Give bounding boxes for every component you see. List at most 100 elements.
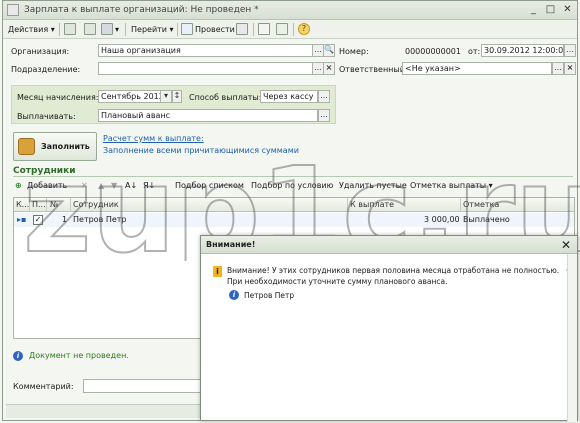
based-on-icon[interactable] xyxy=(101,23,113,35)
goto-menu[interactable]: Перейти ▾ xyxy=(131,23,174,36)
month-spinner[interactable]: ↕ xyxy=(172,90,182,103)
fill-button[interactable]: Заполнить xyxy=(13,132,97,161)
column-separator xyxy=(46,198,47,212)
pay-select-button[interactable]: ... xyxy=(318,109,330,122)
mark-paid-label: Отметка выплаты xyxy=(410,181,487,190)
responsible-select-button[interactable]: ... xyxy=(552,62,564,75)
column-separator xyxy=(29,198,30,212)
col-header-k[interactable]: К... xyxy=(16,200,29,209)
move-down-icon[interactable]: ▼ xyxy=(111,181,117,190)
movements-icon[interactable] xyxy=(276,23,288,35)
dialog-message-line1: Внимание! У этих сотрудников первая поло… xyxy=(227,266,560,275)
pay-method-label: Способ выплаты: xyxy=(189,93,262,102)
col-header-amount[interactable]: К выплате xyxy=(350,200,394,209)
employees-section-title: Сотрудники xyxy=(13,166,76,176)
print-icon[interactable] xyxy=(236,23,248,35)
actions-menu-label: Действия xyxy=(8,25,49,34)
delete-empty-button[interactable]: Удалить пустые xyxy=(339,181,407,190)
pick-list-button[interactable]: Подбор списком xyxy=(175,181,244,190)
organization-field[interactable]: Наша организация xyxy=(98,44,313,57)
dialog-close-icon[interactable]: ✕ xyxy=(561,238,571,252)
organization-search-icon[interactable]: 🔍 xyxy=(323,44,335,57)
horizontal-scrollbar[interactable] xyxy=(6,404,206,418)
responsible-label: Ответственный: xyxy=(339,65,408,74)
help-icon[interactable]: ? xyxy=(298,23,310,35)
month-dropdown-icon[interactable]: ▾ xyxy=(160,90,172,103)
post-and-close-icon[interactable] xyxy=(84,23,96,35)
fill-button-label: Заполнить xyxy=(41,142,90,151)
col-header-mark[interactable]: Отметка xyxy=(463,200,499,209)
window-title: Зарплата к выплате организаций: Не прове… xyxy=(24,5,259,15)
calc-amounts-link[interactable]: Расчет сумм к выплате: xyxy=(103,134,204,143)
warning-icon: i xyxy=(213,266,222,277)
date-label: от: xyxy=(468,47,481,56)
actions-menu[interactable]: Действия ▾ xyxy=(8,23,55,36)
comment-field[interactable] xyxy=(83,379,203,393)
col-header-employee[interactable]: Сотрудник xyxy=(73,200,119,209)
number-value: 00000000001 xyxy=(405,47,461,56)
dialog-title-bar: Внимание! ✕ xyxy=(201,236,577,254)
department-field[interactable] xyxy=(98,62,313,75)
save-icon[interactable] xyxy=(64,23,76,35)
date-picker-button[interactable]: … xyxy=(564,44,576,57)
add-button[interactable]: Добавить xyxy=(27,181,67,190)
row-mark[interactable]: Выплачено xyxy=(463,215,510,224)
pay-field[interactable]: Плановый аванс xyxy=(98,109,318,122)
structure-icon[interactable] xyxy=(258,23,270,35)
department-label: Подразделение: xyxy=(11,65,81,74)
month-field[interactable]: Сентябрь 2012 xyxy=(98,90,161,103)
dialog-title: Внимание! xyxy=(206,240,256,249)
row-number: 1 xyxy=(62,215,68,224)
toolbar-separator xyxy=(59,23,60,36)
number-label: Номер: xyxy=(339,47,369,56)
pay-method-field[interactable]: Через кассу xyxy=(260,90,318,103)
column-separator xyxy=(347,198,348,212)
based-on-dropdown[interactable]: ▾ xyxy=(115,23,119,36)
dialog-employee[interactable]: Петров Петр xyxy=(244,291,294,300)
col-header-p[interactable]: П... xyxy=(32,200,46,209)
post-button[interactable]: Провести xyxy=(195,23,235,36)
month-label: Месяц начисления: xyxy=(17,93,99,102)
maximize-button[interactable]: □ xyxy=(544,4,557,17)
department-clear-icon[interactable]: × xyxy=(323,62,335,75)
date-field[interactable]: 30.09.2012 12:00:00 xyxy=(481,44,564,57)
pay-label: Выплачивать: xyxy=(17,112,76,121)
post-icon[interactable] xyxy=(181,23,193,35)
minimize-button[interactable]: _ xyxy=(527,4,540,17)
table-row[interactable]: ▸▪ ✓ 1 Петров Петр 3 000,00 Выплачено xyxy=(14,213,574,227)
col-header-number[interactable]: № xyxy=(50,200,58,209)
section-divider xyxy=(13,176,573,177)
close-button[interactable]: ✕ xyxy=(561,4,574,17)
command-toolbar: Действия ▾ ▾ Перейти ▾ Провести ? xyxy=(3,20,577,39)
toolbar-separator xyxy=(293,23,294,36)
pick-condition-button[interactable]: Подбор по условию xyxy=(251,181,333,190)
row-amount[interactable]: 3 000,00 xyxy=(424,215,460,224)
toolbar-separator xyxy=(253,23,254,36)
responsible-field[interactable]: <Не указан> xyxy=(402,62,552,75)
toolbar-separator xyxy=(125,23,126,36)
pay-method-select-button[interactable]: ... xyxy=(318,90,330,103)
document-icon xyxy=(7,4,19,16)
calc-amounts-description[interactable]: Заполнение всеми причитающимися суммами xyxy=(103,146,299,155)
warning-dialog: Внимание! ✕ i Внимание! У этих сотрудник… xyxy=(200,235,578,422)
dialog-scrollbar[interactable] xyxy=(567,254,577,422)
row-checkbox[interactable]: ✓ xyxy=(33,215,43,225)
dialog-message-line2: При необходимости уточните сумму планово… xyxy=(227,277,448,286)
delete-icon[interactable]: ✕ xyxy=(81,181,88,190)
toolbar-separator xyxy=(177,23,178,36)
employee-info-icon: i xyxy=(229,290,239,300)
row-employee[interactable]: Петров Петр xyxy=(73,215,127,224)
add-icon[interactable]: ⊕ xyxy=(15,181,22,190)
responsible-clear-icon[interactable]: × xyxy=(564,62,576,75)
sort-asc-icon[interactable]: A↓ xyxy=(125,181,137,190)
table-header: К... П... № Сотрудник К выплате Отметка xyxy=(14,198,574,212)
mark-paid-button[interactable]: Отметка выплаты ▾ xyxy=(410,181,493,190)
column-separator xyxy=(70,198,71,212)
sort-desc-icon[interactable]: Я↓ xyxy=(143,181,155,190)
comment-label: Комментарий: xyxy=(13,382,74,391)
organization-label: Организация: xyxy=(11,47,70,56)
column-separator xyxy=(460,198,461,212)
title-bar: Зарплата к выплате организаций: Не прове… xyxy=(3,1,577,20)
row-pointer-icon: ▸▪ xyxy=(17,215,27,224)
move-up-icon[interactable]: ▲ xyxy=(98,181,104,190)
